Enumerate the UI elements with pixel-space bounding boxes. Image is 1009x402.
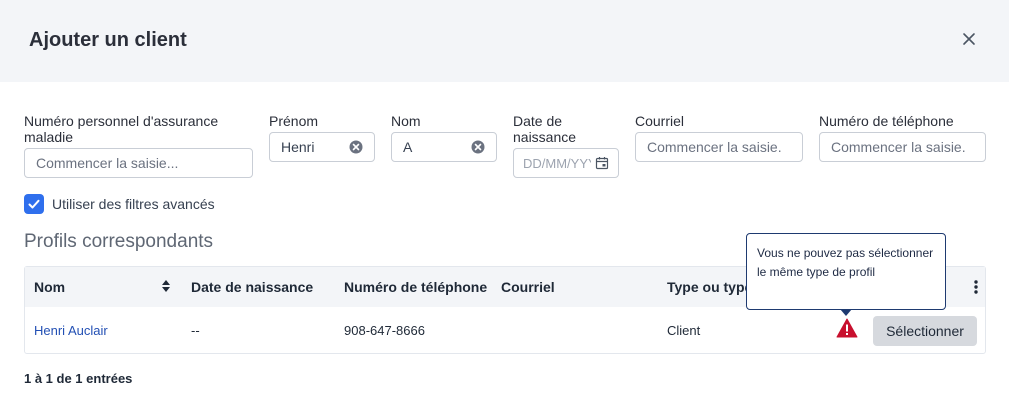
email-label: Courriel [635, 113, 685, 129]
last-name-input[interactable]: A [391, 132, 497, 162]
row-type: Client [667, 323, 701, 338]
last-name-label: Nom [391, 113, 421, 129]
tooltip-arrow [840, 309, 852, 316]
health-number-placeholder: Commencer la saisie... [36, 155, 179, 171]
phone-label: Numéro de téléphone [819, 113, 954, 129]
tooltip: Vous ne pouvez pas sélectionner le même … [746, 233, 946, 310]
advanced-filters-checkbox[interactable] [24, 194, 44, 214]
sort-icon[interactable] [161, 279, 171, 293]
close-icon[interactable] [959, 29, 979, 49]
warning-icon[interactable] [836, 318, 858, 338]
clear-icon[interactable] [471, 140, 485, 154]
email-placeholder: Commencer la saisie. [647, 139, 782, 155]
last-name-value: A [403, 139, 413, 155]
birth-date-placeholder: DD/MM/YYYY [523, 155, 591, 171]
row-name-link[interactable]: Henri Auclair [34, 323, 108, 338]
kebab-menu-icon[interactable] [973, 279, 979, 295]
column-header-phone[interactable]: Numéro de téléphone [344, 279, 487, 295]
clear-icon[interactable] [349, 140, 363, 154]
column-header-birth-date[interactable]: Date de naissance [191, 279, 313, 295]
column-header-name[interactable]: Nom [34, 279, 65, 295]
pagination-info: 1 à 1 de 1 entrées [24, 371, 133, 386]
birth-date-label: Date de naissance [513, 113, 577, 145]
section-title: Profils correspondants [24, 231, 214, 252]
first-name-input[interactable]: Henri [269, 132, 375, 162]
health-number-input[interactable]: Commencer la saisie... [24, 148, 253, 178]
dialog-title: Ajouter un client [29, 29, 187, 51]
column-header-email[interactable]: Courriel [501, 279, 555, 295]
dialog-header: Ajouter un client [0, 0, 1009, 82]
birth-date-input[interactable]: DD/MM/YYYY [513, 148, 619, 178]
row-birth-date: -- [191, 323, 200, 338]
health-number-label: Numéro personnel d'assurance maladie [24, 113, 219, 145]
select-button[interactable]: Sélectionner [873, 316, 977, 346]
calendar-icon[interactable] [595, 156, 609, 170]
first-name-value: Henri [281, 139, 315, 155]
phone-placeholder: Commencer la saisie. [831, 139, 966, 155]
check-icon [28, 199, 40, 209]
advanced-filters-label: Utiliser des filtres avancés [52, 196, 215, 212]
phone-input[interactable]: Commencer la saisie. [819, 132, 986, 162]
email-input[interactable]: Commencer la saisie. [635, 132, 803, 162]
row-phone: 908-647-8666 [344, 323, 425, 338]
column-header-type[interactable]: Type ou type [667, 279, 752, 295]
first-name-label: Prénom [269, 113, 319, 129]
